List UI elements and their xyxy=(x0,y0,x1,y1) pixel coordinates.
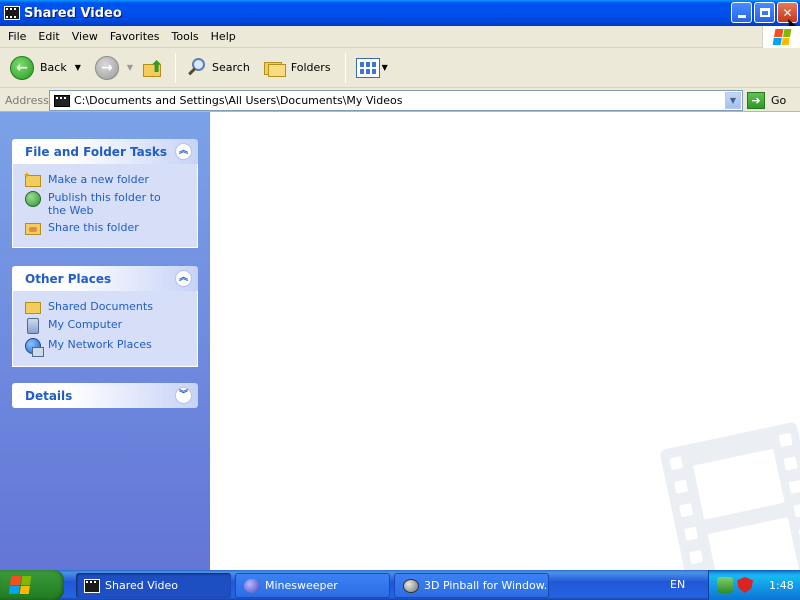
other-places-header[interactable]: Other Places ︽ xyxy=(12,266,198,291)
new-folder-icon xyxy=(23,170,41,187)
computer-icon xyxy=(27,318,39,334)
menu-favorites[interactable]: Favorites xyxy=(104,30,166,43)
task-make-new-folder[interactable]: Make a new folder xyxy=(23,170,189,187)
other-places-panel: Other Places ︽ Shared Documents My Compu… xyxy=(12,266,198,367)
address-bar: Address C:\Documents and Settings\All Us… xyxy=(0,89,800,112)
menu-file[interactable]: File xyxy=(0,30,32,43)
back-label: Back xyxy=(40,61,67,74)
file-folder-tasks-header[interactable]: File and Folder Tasks ︽ xyxy=(12,139,198,164)
menu-help[interactable]: Help xyxy=(205,30,242,43)
task-label: Publish this folder to the Web xyxy=(48,191,161,217)
minesweeper-icon xyxy=(244,578,260,593)
folders-label: Folders xyxy=(290,61,331,74)
search-icon xyxy=(186,57,208,79)
place-my-computer[interactable]: My Computer xyxy=(25,318,189,334)
menu-tools[interactable]: Tools xyxy=(166,30,205,43)
expand-chevron-icon[interactable]: ︾ xyxy=(175,387,192,404)
panel-title: Other Places xyxy=(25,271,112,286)
address-input[interactable]: C:\Documents and Settings\All Users\Docu… xyxy=(49,90,743,111)
task-publish-folder-web[interactable]: Publish this folder to the Web xyxy=(25,191,189,217)
place-my-network-places[interactable]: My Network Places xyxy=(25,338,189,357)
back-dropdown-icon[interactable]: ▼ xyxy=(75,63,81,72)
collapse-chevron-icon[interactable]: ︽ xyxy=(175,270,192,287)
file-folder-tasks-body: Make a new folder Publish this folder to… xyxy=(12,164,198,248)
task-pane: File and Folder Tasks ︽ Make a new folde… xyxy=(0,112,210,570)
address-path: C:\Documents and Settings\All Users\Docu… xyxy=(74,94,403,107)
search-button[interactable]: Search xyxy=(182,52,254,84)
file-folder-tasks-panel: File and Folder Tasks ︽ Make a new folde… xyxy=(12,139,198,248)
standard-toolbar: ← Back ▼ → ▼ ⬆ Search Folders ▼ xyxy=(0,48,800,88)
views-button[interactable]: ▼ xyxy=(352,52,392,84)
folder-up-icon: ⬆ xyxy=(141,56,165,80)
go-button[interactable]: ➜ Go xyxy=(747,91,786,110)
title-bar[interactable]: Shared Video ✕ xyxy=(0,0,800,26)
start-button[interactable] xyxy=(0,570,64,600)
video-folder-icon xyxy=(84,578,100,593)
windows-flag-icon xyxy=(772,29,791,45)
place-shared-documents[interactable]: Shared Documents xyxy=(25,300,189,314)
search-label: Search xyxy=(212,61,250,74)
task-label: Share this folder xyxy=(48,221,139,234)
other-places-body: Shared Documents My Computer My Network … xyxy=(12,291,198,367)
place-label: My Computer xyxy=(48,318,123,331)
video-folder-icon xyxy=(54,94,70,107)
toolbar-separator xyxy=(175,52,177,83)
go-arrow-icon: ➜ xyxy=(747,92,765,109)
collapse-chevron-icon[interactable]: ︽ xyxy=(175,143,192,160)
taskbar-button-label: Minesweeper xyxy=(265,579,338,592)
restore-button[interactable] xyxy=(754,2,775,23)
panel-title: File and Folder Tasks xyxy=(25,144,168,159)
windows-flag-icon xyxy=(8,576,32,594)
back-arrow-icon: ← xyxy=(10,55,34,80)
pinball-icon xyxy=(403,578,419,593)
folders-button[interactable]: Folders xyxy=(260,52,335,84)
views-icon xyxy=(355,57,380,78)
taskbar-button-label: Shared Video xyxy=(105,579,179,592)
video-watermark-icon xyxy=(659,417,800,570)
windows-logo xyxy=(762,26,800,48)
go-label: Go xyxy=(771,94,787,107)
task-label: Make a new folder xyxy=(48,173,149,186)
address-label: Address xyxy=(5,93,49,107)
network-icon xyxy=(25,338,44,357)
folders-icon xyxy=(263,59,286,77)
network-tray-icon[interactable] xyxy=(717,577,733,593)
place-label: My Network Places xyxy=(48,338,152,351)
taskbar-button-label: 3D Pinball for Window... xyxy=(424,579,549,592)
clock[interactable]: 1:48 xyxy=(769,579,794,592)
place-label: Shared Documents xyxy=(48,300,153,313)
share-folder-icon xyxy=(25,223,41,235)
task-share-folder[interactable]: Share this folder xyxy=(25,221,189,235)
system-tray: 1:48 xyxy=(708,570,800,600)
minimize-button[interactable] xyxy=(731,2,752,23)
restore-icon xyxy=(759,8,770,17)
details-panel: Details ︾ xyxy=(12,383,198,408)
menu-edit[interactable]: Edit xyxy=(32,30,65,43)
up-button[interactable]: ⬆ xyxy=(137,52,169,84)
forward-dropdown-icon[interactable]: ▼ xyxy=(127,63,133,72)
details-header[interactable]: Details ︾ xyxy=(12,383,198,408)
taskbar-button-pinball[interactable]: 3D Pinball for Window... xyxy=(394,573,549,598)
folder-content-area[interactable] xyxy=(210,112,800,570)
video-folder-icon xyxy=(4,6,20,20)
publish-web-icon xyxy=(25,191,41,207)
taskbar-button-shared-video[interactable]: Shared Video xyxy=(76,573,231,598)
views-dropdown-icon: ▼ xyxy=(381,63,388,72)
folder-icon xyxy=(25,302,41,314)
back-button[interactable]: ← Back ▼ xyxy=(6,52,85,84)
taskbar-button-minesweeper[interactable]: Minesweeper xyxy=(235,573,390,598)
address-dropdown-icon[interactable]: ▼ xyxy=(725,92,741,109)
language-indicator[interactable]: EN xyxy=(670,578,685,591)
window-title: Shared Video xyxy=(24,5,122,21)
menu-view[interactable]: View xyxy=(66,30,104,43)
forward-arrow-icon: → xyxy=(94,55,119,80)
minimize-icon xyxy=(737,15,746,18)
security-shield-icon[interactable] xyxy=(737,577,753,593)
menu-bar: File Edit View Favorites Tools Help xyxy=(0,26,800,48)
toolbar-separator xyxy=(344,52,346,83)
panel-title: Details xyxy=(25,388,73,403)
forward-button[interactable]: → ▼ xyxy=(91,52,137,84)
taskbar: Shared Video Minesweeper 3D Pinball for … xyxy=(0,570,800,600)
